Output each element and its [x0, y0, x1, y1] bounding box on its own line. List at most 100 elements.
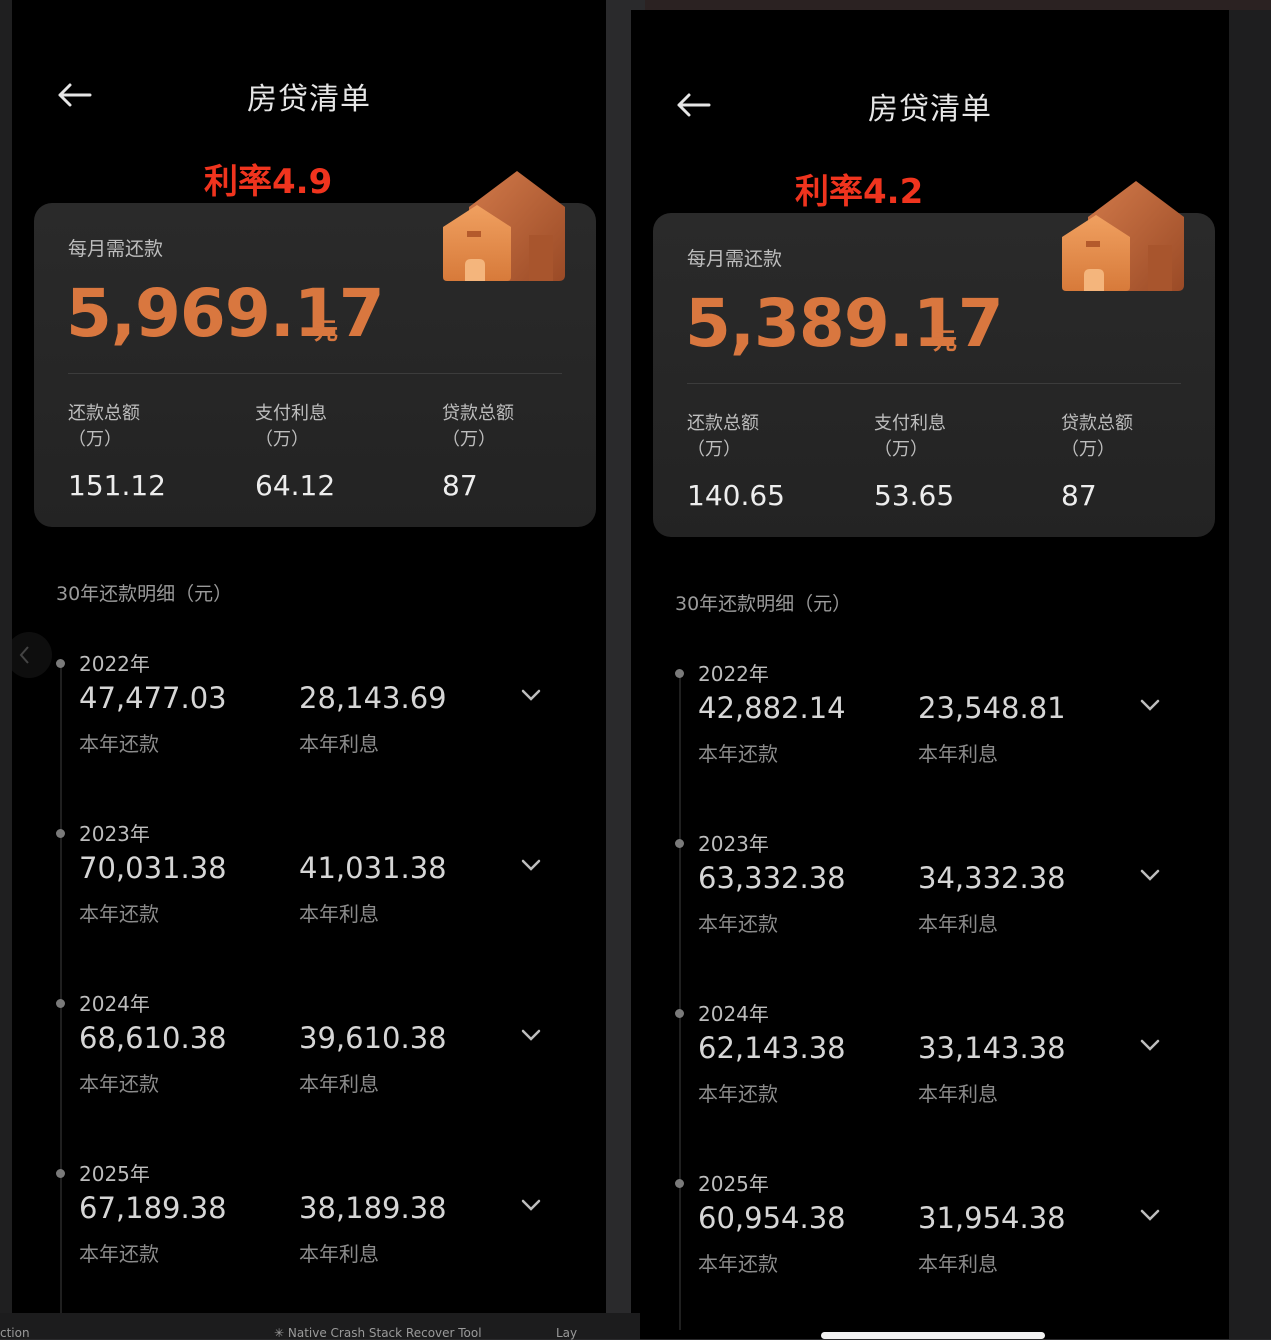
chevron-down-icon[interactable] [1139, 1038, 1161, 1052]
page-title: 房贷清单 [868, 92, 992, 127]
timeline-dot [675, 1009, 684, 1018]
year-payment-label: 本年还款 [698, 742, 778, 766]
stat-interest-paid: 支付利息 （万） 64.12 [255, 401, 425, 502]
taskbar-tab-left[interactable]: ction [0, 1326, 30, 1340]
stat-value: 140.65 [687, 479, 785, 512]
timeline-dot [675, 839, 684, 848]
year-row[interactable]: 2023年 63,332.38 本年还款 34,332.38 本年利息 [631, 828, 1229, 998]
chevron-down-icon[interactable] [520, 1198, 542, 1212]
chevron-down-icon[interactable] [1139, 1208, 1161, 1222]
year-label: 2022年 [698, 662, 769, 686]
stat-value: 64.12 [255, 469, 336, 502]
desktop-right-edge [1229, 10, 1271, 1339]
year-interest-label: 本年利息 [299, 902, 379, 926]
stat-value: 53.65 [874, 479, 955, 512]
year-payment-value: 67,189.38 [79, 1191, 227, 1225]
chevron-down-icon[interactable] [520, 858, 542, 872]
year-interest-label: 本年利息 [918, 1082, 998, 1106]
phone-screen-rate-4-2: 房贷清单 利率4.2 每月需还款 5,389.17 元 还款总额 （万） 140… [631, 10, 1229, 1339]
year-interest-value: 34,332.38 [918, 861, 1066, 895]
stat-total-repayment: 还款总额 （万） 151.12 [68, 401, 238, 502]
timeline-dot [56, 999, 65, 1008]
year-payment-label: 本年还款 [79, 1242, 159, 1266]
stat-value: 151.12 [68, 469, 166, 502]
year-interest-value: 28,143.69 [299, 681, 447, 715]
chevron-down-icon[interactable] [520, 688, 542, 702]
stat-label: 支付利息 （万） [874, 413, 946, 460]
stat-loan-total: 贷款总额 （万） 87 [1061, 411, 1229, 512]
year-payment-label: 本年还款 [79, 902, 159, 926]
rate-annotation: 利率4.9 [204, 162, 333, 202]
year-label: 2024年 [698, 1002, 769, 1026]
card-divider [687, 383, 1181, 384]
stat-interest-paid: 支付利息 （万） 53.65 [874, 411, 1044, 512]
year-row[interactable]: 2022年 47,477.03 本年还款 28,143.69 本年利息 [12, 648, 606, 818]
stat-loan-total: 贷款总额 （万） 87 [442, 401, 606, 502]
year-label: 2022年 [79, 652, 150, 676]
page-title: 房贷清单 [247, 82, 371, 117]
stat-label: 支付利息 （万） [255, 403, 327, 450]
year-interest-value: 23,548.81 [918, 691, 1066, 725]
year-label: 2023年 [698, 832, 769, 856]
stat-value: 87 [442, 469, 478, 502]
year-row[interactable]: 2023年 70,031.38 本年还款 41,031.38 本年利息 [12, 818, 606, 988]
year-payment-value: 68,610.38 [79, 1021, 227, 1055]
phone-screen-rate-4-9: 房贷清单 利率4.9 每月需还款 5,969.17 元 还款总额 （万） 151… [12, 0, 606, 1313]
desktop-top-edge [645, 0, 1271, 10]
ide-taskbar: ction ✳ Native Crash Stack Recover Tool … [0, 1313, 640, 1340]
section-title: 30年还款明细（元） [56, 583, 233, 605]
rate-annotation: 利率4.2 [795, 172, 924, 212]
year-interest-value: 33,143.38 [918, 1031, 1066, 1065]
year-label: 2025年 [79, 1162, 150, 1186]
year-payment-value: 63,332.38 [698, 861, 846, 895]
year-payment-value: 42,882.14 [698, 691, 846, 725]
year-interest-label: 本年利息 [918, 912, 998, 936]
year-payment-label: 本年还款 [79, 732, 159, 756]
chevron-down-icon[interactable] [1139, 868, 1161, 882]
year-label: 2024年 [79, 992, 150, 1016]
stat-label: 还款总额 （万） [687, 413, 759, 460]
year-interest-label: 本年利息 [918, 1252, 998, 1276]
year-interest-value: 31,954.38 [918, 1201, 1066, 1235]
timeline-dot [675, 1179, 684, 1188]
card-divider [68, 373, 562, 374]
timeline-dot [56, 659, 65, 668]
stat-label: 贷款总额 （万） [442, 403, 514, 450]
taskbar-tab-layout[interactable]: Lay [556, 1326, 577, 1340]
year-payment-value: 60,954.38 [698, 1201, 846, 1235]
monthly-payment-label: 每月需还款 [68, 238, 164, 260]
year-payment-label: 本年还款 [698, 1082, 778, 1106]
year-interest-value: 38,189.38 [299, 1191, 447, 1225]
monthly-summary-card: 每月需还款 5,969.17 元 还款总额 （万） 151.12 支付利息 （万… [34, 171, 596, 527]
stat-label: 贷款总额 （万） [1061, 413, 1133, 460]
year-row[interactable]: 2024年 68,610.38 本年还款 39,610.38 本年利息 [12, 988, 606, 1158]
year-payment-label: 本年还款 [698, 1252, 778, 1276]
chevron-down-icon[interactable] [520, 1028, 542, 1042]
chevron-down-icon[interactable] [1139, 698, 1161, 712]
year-interest-value: 39,610.38 [299, 1021, 447, 1055]
year-payment-label: 本年还款 [698, 912, 778, 936]
year-payment-value: 47,477.03 [79, 681, 227, 715]
stat-value: 87 [1061, 479, 1097, 512]
year-row[interactable]: 2022年 42,882.14 本年还款 23,548.81 本年利息 [631, 658, 1229, 828]
timeline-dot [56, 829, 65, 838]
year-interest-label: 本年利息 [918, 742, 998, 766]
year-interest-label: 本年利息 [299, 1242, 379, 1266]
desktop-left-edge [0, 0, 12, 1339]
section-title: 30年还款明细（元） [675, 593, 852, 615]
year-payment-value: 62,143.38 [698, 1031, 846, 1065]
timeline-dot [56, 1169, 65, 1178]
house-icon [1062, 181, 1184, 291]
year-row[interactable]: 2025年 60,954.38 本年还款 31,954.38 本年利息 [631, 1168, 1229, 1338]
timeline-dot [675, 669, 684, 678]
taskbar-tab-tool[interactable]: ✳ Native Crash Stack Recover Tool [274, 1326, 482, 1340]
year-payment-label: 本年还款 [79, 1072, 159, 1096]
monthly-summary-card: 每月需还款 5,389.17 元 还款总额 （万） 140.65 支付利息 （万… [653, 181, 1215, 537]
home-indicator[interactable] [821, 1332, 1045, 1339]
monthly-payment-unit: 元 [933, 327, 957, 355]
house-icon [443, 171, 565, 281]
year-row[interactable]: 2025年 67,189.38 本年还款 38,189.38 本年利息 [12, 1158, 606, 1313]
year-row[interactable]: 2024年 62,143.38 本年还款 33,143.38 本年利息 [631, 998, 1229, 1168]
year-interest-label: 本年利息 [299, 1072, 379, 1096]
monthly-payment-unit: 元 [314, 317, 338, 345]
